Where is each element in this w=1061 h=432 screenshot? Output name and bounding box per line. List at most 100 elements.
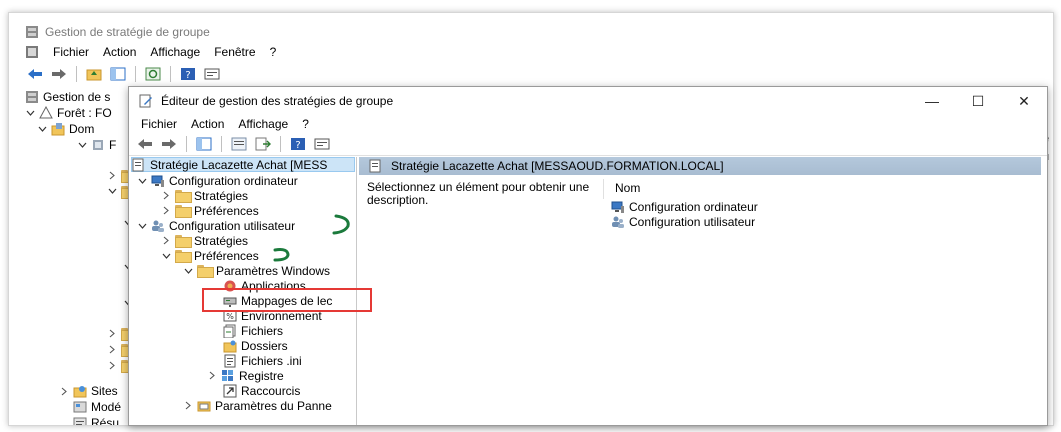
- folders-icon: [223, 340, 237, 352]
- gpo-management-icon: [26, 91, 38, 103]
- chevron-right-icon[interactable]: [183, 401, 193, 411]
- editor-menu-action[interactable]: Action: [191, 117, 224, 131]
- chevron-down-icon[interactable]: [77, 140, 87, 150]
- close-button[interactable]: ✕: [1001, 87, 1047, 115]
- chevron-down-icon[interactable]: [37, 124, 47, 134]
- outer-tree-domains[interactable]: Dom: [37, 121, 94, 137]
- control-panel-icon: [197, 401, 211, 411]
- tree-computer-config[interactable]: Configuration ordinateur: [137, 173, 298, 188]
- chevron-right-icon[interactable]: [107, 170, 117, 180]
- export-list-icon[interactable]: [253, 135, 273, 153]
- outer-tree-root[interactable]: Gestion de s: [25, 89, 110, 105]
- properties-icon[interactable]: [202, 65, 222, 83]
- list-item-computer-config[interactable]: Configuration ordinateur: [611, 199, 758, 214]
- gpo-editor-window: Éditeur de gestion des stratégies de gro…: [128, 86, 1048, 426]
- toolbar-separator: [170, 66, 171, 82]
- folder-icon: [175, 250, 192, 263]
- chevron-right-icon[interactable]: [107, 360, 117, 370]
- tree-registry[interactable]: Registre: [207, 368, 284, 383]
- editor-window-title: Éditeur de gestion des stratégies de gro…: [161, 94, 394, 108]
- outer-tree-domain[interactable]: F: [77, 137, 116, 153]
- tree-control-panel[interactable]: Paramètres du Panne: [183, 398, 332, 413]
- chevron-right-icon[interactable]: [161, 236, 171, 246]
- folder-up-icon[interactable]: [84, 65, 104, 83]
- editor-menu-help[interactable]: ?: [302, 117, 309, 131]
- outer-menu-affichage[interactable]: Affichage: [150, 45, 200, 59]
- outer-tree-modeling[interactable]: Modé: [73, 399, 121, 415]
- column-header-name[interactable]: Nom: [615, 181, 640, 195]
- tree-shortcuts[interactable]: Raccourcis: [223, 383, 300, 398]
- results-icon: [73, 417, 87, 425]
- outer-menu-fenetre[interactable]: Fenêtre: [214, 45, 255, 59]
- outer-menu-fichier[interactable]: Fichier: [53, 45, 89, 59]
- chevron-right-icon[interactable]: [107, 328, 117, 338]
- back-arrow-icon[interactable]: [135, 135, 155, 153]
- outer-toolbar: ?: [25, 63, 222, 85]
- forward-arrow-icon[interactable]: [49, 65, 69, 83]
- outer-tree-results[interactable]: Résu: [73, 415, 119, 425]
- outer-menu-action[interactable]: Action: [103, 45, 136, 59]
- maximize-button[interactable]: ☐: [955, 87, 1001, 115]
- help-icon[interactable]: ?: [178, 65, 198, 83]
- column-separator: [603, 179, 604, 199]
- window-controls: — ☐ ✕: [909, 87, 1047, 115]
- tree-ini-files[interactable]: Fichiers .ini: [223, 353, 302, 368]
- highlight-drive-maps-box: [202, 288, 372, 312]
- chevron-right-icon[interactable]: [59, 386, 69, 396]
- chevron-down-icon[interactable]: [183, 266, 193, 276]
- modeling-icon: [73, 401, 87, 413]
- computer-icon: [151, 175, 164, 187]
- tree-computer-preferences[interactable]: Préférences: [161, 203, 259, 218]
- app-icon: [26, 46, 38, 58]
- editor-menu-fichier[interactable]: Fichier: [141, 117, 177, 131]
- chevron-down-icon[interactable]: [137, 176, 147, 186]
- properties-icon[interactable]: [312, 135, 332, 153]
- files-icon: [223, 324, 236, 338]
- forest-icon: [39, 106, 53, 119]
- chevron-right-icon[interactable]: [207, 371, 217, 381]
- show-hide-tree-icon[interactable]: [194, 135, 214, 153]
- editor-toolbar: ?: [135, 133, 332, 155]
- gpo-management-icon: [26, 26, 38, 38]
- gpo-editor-icon: [139, 94, 152, 108]
- green-check-mark: [273, 248, 290, 262]
- outer-tree: Gestion de s Forêt : FO Dom F Sites Modé…: [25, 89, 145, 425]
- toolbar-separator: [135, 66, 136, 82]
- tree-user-config[interactable]: Configuration utilisateur: [137, 218, 295, 233]
- details-header-title: Stratégie Lacazette Achat [MESSAOUD.FORM…: [391, 159, 724, 173]
- list-item-user-config[interactable]: Configuration utilisateur: [611, 214, 755, 229]
- chevron-right-icon[interactable]: [107, 344, 117, 354]
- list-view-icon[interactable]: [229, 135, 249, 153]
- help-icon[interactable]: ?: [288, 135, 308, 153]
- editor-menu-affichage[interactable]: Affichage: [238, 117, 288, 131]
- chevron-down-icon[interactable]: [25, 108, 35, 118]
- forward-arrow-icon[interactable]: [159, 135, 179, 153]
- users-icon: [612, 216, 624, 228]
- tree-windows-params[interactable]: Paramètres Windows: [183, 263, 330, 278]
- minimize-button[interactable]: —: [909, 87, 955, 115]
- chevron-down-icon[interactable]: [161, 251, 171, 261]
- refresh-icon[interactable]: [143, 65, 163, 83]
- show-hide-tree-icon[interactable]: [108, 65, 128, 83]
- outer-tree-sites[interactable]: Sites: [59, 383, 118, 399]
- users-icon: [152, 220, 164, 232]
- tree-computer-strategies[interactable]: Stratégies: [161, 188, 248, 203]
- chevron-down-icon[interactable]: [137, 221, 147, 231]
- back-arrow-icon[interactable]: [25, 65, 45, 83]
- folder-icon: [175, 235, 192, 248]
- tree-root-policy[interactable]: Stratégie Lacazette Achat [MESS: [131, 157, 355, 172]
- domains-folder-icon: [51, 123, 65, 136]
- chevron-right-icon[interactable]: [161, 206, 171, 216]
- toolbar-separator: [221, 136, 222, 152]
- outer-menu-help[interactable]: ?: [270, 45, 277, 59]
- tree-user-preferences[interactable]: Préférences: [161, 248, 259, 263]
- folder-icon: [197, 265, 214, 278]
- chevron-down-icon[interactable]: [107, 186, 117, 196]
- tree-user-strategies[interactable]: Stratégies: [161, 233, 248, 248]
- tree-folders[interactable]: Dossiers: [223, 338, 288, 353]
- outer-tree-forest[interactable]: Forêt : FO: [25, 105, 112, 121]
- editor-menu-bar: Fichier Action Affichage ?: [141, 115, 309, 133]
- chevron-right-icon[interactable]: [161, 191, 171, 201]
- tree-files[interactable]: Fichiers: [223, 323, 283, 338]
- outer-window-title: Gestion de stratégie de groupe: [45, 25, 210, 39]
